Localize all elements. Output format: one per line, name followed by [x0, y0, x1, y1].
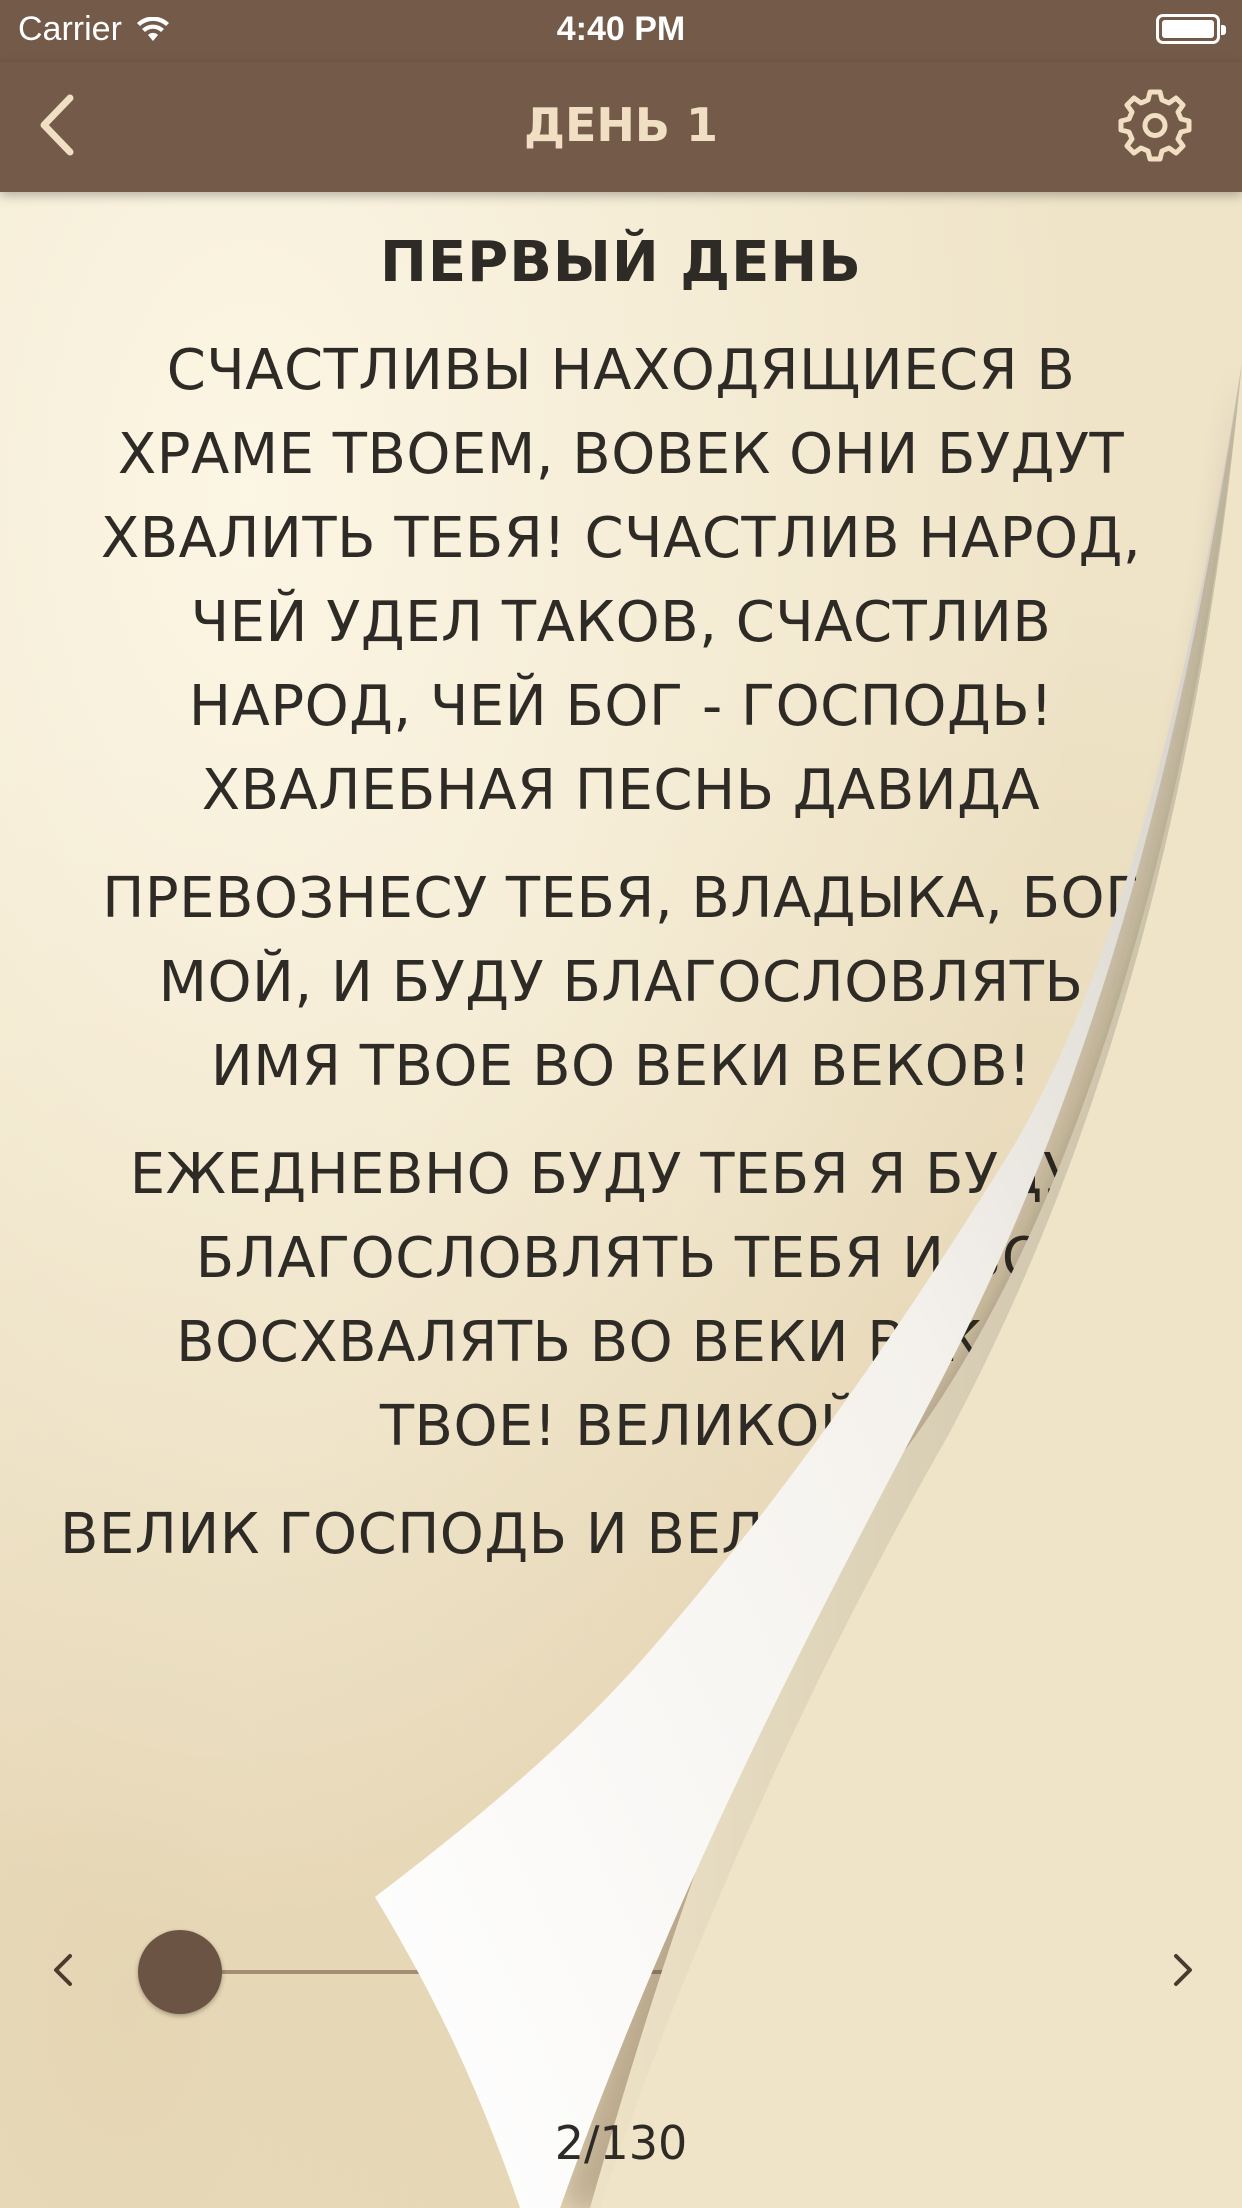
navigation-bar: ДЕНЬ 1: [0, 62, 1242, 192]
nav-title: ДЕНЬ 1: [524, 98, 718, 152]
text-line: ХРАМЕ ТВОЕМ, ВОВЕК ОНИ БУДУТ: [117, 422, 1125, 487]
text-line: ВОСХВАЛЯТЬ ВО ВЕКИ ВЕКОВ: [176, 1310, 1066, 1375]
text-line: ЕЖЕДНЕВНО БУДУ ТЕБЯ Я БУДУТ: [129, 1142, 1113, 1207]
back-button[interactable]: [26, 90, 96, 160]
paragraph-4: ВЕЛИК ГОСПОДЬ И ВЕЛИКОЙ БУДУТ ОНИ: [60, 1493, 1242, 1577]
chevron-right-icon: [1174, 1954, 1192, 1986]
page-heading: ПЕРВЫЙ ДЕНЬ: [380, 230, 862, 295]
text-line: БЛАГОСЛОВЛЯТЬ ТЕБЯ И ВО: [195, 1226, 1047, 1291]
text-line: МОЙ, И БУДУ БЛАГОСЛОВЛЯТЬ: [158, 950, 1084, 1015]
page-counter: 2/130: [554, 2116, 688, 2170]
paragraph-3: ЕЖЕДНЕВНО БУДУ ТЕБЯ Я БУДУТ БЛАГОСЛОВЛЯТ…: [60, 1133, 1182, 1469]
text-line: НАРОД, ЧЕЙ БОГ - ГОСПОДЬ!: [188, 674, 1054, 739]
battery-fill: [1162, 20, 1214, 38]
status-bar: Carrier 4:40 PM: [0, 0, 1242, 62]
slider-track[interactable]: [180, 1970, 1060, 1974]
page-slider[interactable]: [138, 1930, 1060, 2014]
paragraph-2: ПРЕВОЗНЕСУ ТЕБЯ, ВЛАДЫКА, БОГ МОЙ, И БУД…: [60, 857, 1182, 1109]
text-line: ВЕЛИК ГОСПОДЬ И ВЕЛИКОЙ БУДУТ ОНИ: [60, 1502, 1242, 1567]
text-line: ХВАЛИТЬ ТЕБЯ! СЧАСТЛИВ НАРОД,: [100, 506, 1142, 571]
text-line: ИМЯ ТВОЕ ВО ВЕКИ ВЕКОВ!: [210, 1034, 1032, 1099]
paragraph-1: СЧАСТЛИВЫ НАХОДЯЩИЕСЯ В ХРАМЕ ТВОЕМ, ВОВ…: [60, 329, 1182, 833]
prev-page-button[interactable]: [38, 1940, 88, 2000]
chevron-left-icon: [40, 94, 74, 156]
gear-icon: [1118, 89, 1192, 162]
text-line: ПРЕВОЗНЕСУ ТЕБЯ, ВЛАДЫКА, БОГ: [102, 866, 1140, 931]
page-text: ПЕРВЫЙ ДЕНЬ СЧАСТЛИВЫ НАХОДЯЩИЕСЯ В ХРАМ…: [60, 230, 1242, 1601]
reader-page[interactable]: ПЕРВЫЙ ДЕНЬ СЧАСТЛИВЫ НАХОДЯЩИЕСЯ В ХРАМ…: [0, 192, 1242, 2208]
text-line: ТВОЕ! ВЕЛИКОЙ: [379, 1394, 863, 1459]
next-page-button[interactable]: [1158, 1940, 1208, 2000]
battery-icon: [1156, 14, 1226, 44]
text-line: СЧАСТЛИВЫ НАХОДЯЩИЕСЯ В: [166, 338, 1076, 403]
slider-thumb[interactable]: [138, 1930, 222, 2014]
settings-button[interactable]: [1116, 86, 1194, 164]
chevron-left-icon: [54, 1954, 72, 1986]
text-line: ЧЕЙ УДЕЛ ТАКОВ, СЧАСТЛИВ: [190, 590, 1052, 655]
text-line: ХВАЛЕБНАЯ ПЕСНЬ ДАВИДА: [201, 758, 1041, 823]
status-time: 4:40 PM: [556, 10, 686, 48]
